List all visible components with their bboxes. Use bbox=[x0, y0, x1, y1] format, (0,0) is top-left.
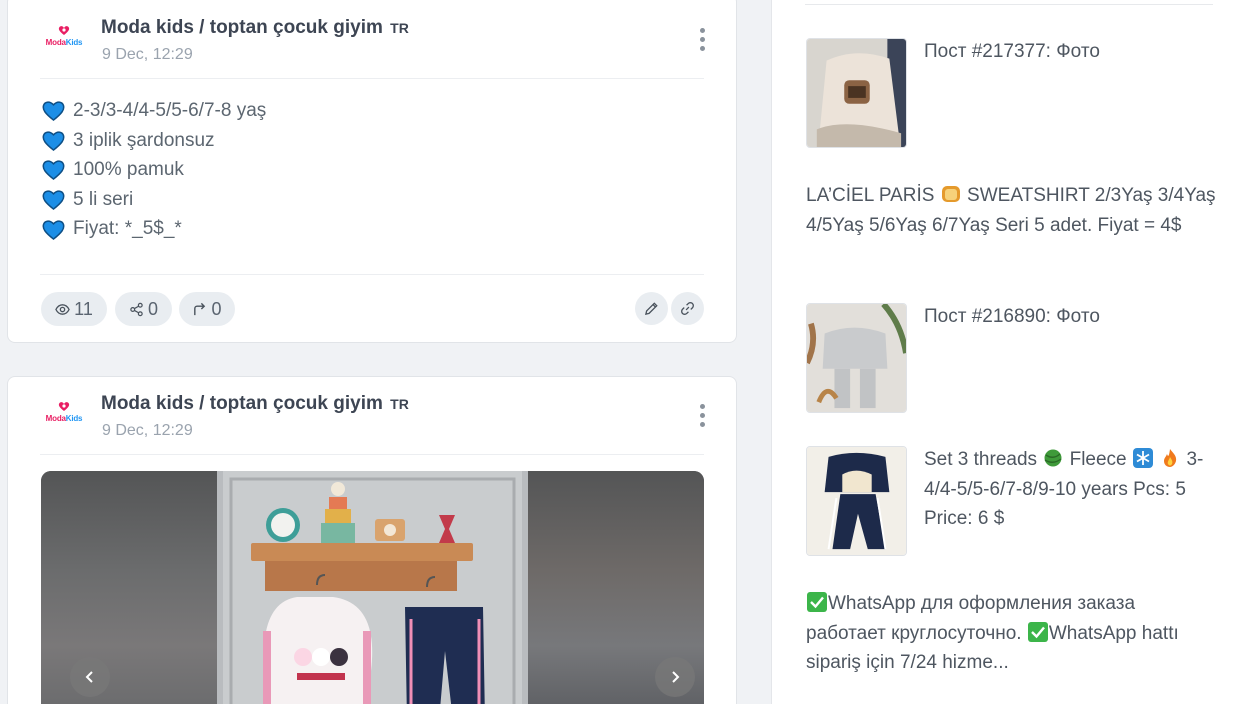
post-footer: 11 0 0 bbox=[40, 274, 704, 344]
post-line: 3 iplik şardonsuz bbox=[42, 126, 266, 156]
forwards-count: 0 bbox=[211, 298, 222, 319]
channel-logo[interactable]: ModaKids bbox=[44, 401, 84, 431]
sweatshirt-photo bbox=[807, 39, 906, 147]
shares-count: 0 bbox=[147, 298, 158, 319]
views-counter[interactable]: 11 bbox=[41, 292, 107, 326]
kebab-menu-icon bbox=[699, 404, 705, 409]
post-menu-button[interactable] bbox=[696, 28, 708, 52]
post-header: ModaKids Moda kids / toptan çocuk giyim … bbox=[40, 377, 705, 455]
divider bbox=[805, 4, 1213, 5]
check-mark-emoji-icon bbox=[1027, 621, 1048, 642]
fire-emoji-icon bbox=[1164, 449, 1177, 467]
post-card: ModaKids Moda kids / toptan çocuk giyim … bbox=[7, 0, 737, 343]
chevron-left-icon bbox=[85, 671, 93, 683]
post-photo-carousel[interactable] bbox=[41, 471, 704, 704]
shares-counter[interactable]: 0 bbox=[115, 292, 172, 326]
related-posts-sidebar: Пост #217377: Фото LA’CİEL PARİS SWEATSH… bbox=[771, 0, 1236, 704]
post-menu-button[interactable] bbox=[696, 404, 708, 428]
blue-heart-icon bbox=[42, 160, 65, 181]
posts-feed: ModaKids Moda kids / toptan çocuk giyim … bbox=[0, 0, 770, 704]
kebab-menu-icon bbox=[699, 28, 705, 33]
tracksuit-photo bbox=[807, 447, 906, 555]
check-mark-emoji-icon bbox=[807, 592, 827, 612]
share-nodes-icon bbox=[130, 302, 143, 316]
related-post-title[interactable]: Пост #217377: Фото bbox=[924, 41, 1100, 63]
channel-name[interactable]: Moda kids / toptan çocuk giyim TR bbox=[101, 17, 409, 39]
post-header: ModaKids Moda kids / toptan çocuk giyim … bbox=[40, 0, 705, 79]
blue-heart-icon bbox=[42, 131, 65, 151]
photo-blur-left bbox=[41, 471, 217, 704]
post-line: 100% pamuk bbox=[42, 155, 266, 185]
link-icon bbox=[681, 302, 694, 315]
edit-button[interactable] bbox=[635, 292, 668, 325]
product-photo bbox=[217, 471, 528, 704]
logo-heart-icon bbox=[58, 26, 70, 35]
language-flag: TR bbox=[390, 396, 409, 412]
logo-text: ModaKids bbox=[45, 38, 83, 47]
related-post-text[interactable]: LA’CİEL PARİS SWEATSHIRT 2/3Yaş 3/4Yaş 4… bbox=[806, 181, 1216, 240]
snowflake-emoji-icon bbox=[1132, 448, 1153, 468]
post-line: 5 li seri bbox=[42, 185, 266, 215]
related-post-thumbnail[interactable] bbox=[806, 303, 907, 413]
forwards-counter[interactable]: 0 bbox=[179, 292, 235, 326]
channel-name[interactable]: Moda kids / toptan çocuk giyim TR bbox=[101, 393, 409, 415]
channel-logo[interactable]: ModaKids bbox=[44, 25, 84, 55]
forward-arrow-icon bbox=[194, 302, 206, 315]
yarn-ball-emoji-icon bbox=[1044, 449, 1062, 467]
carousel-next-button[interactable] bbox=[655, 657, 695, 697]
logo-text: ModaKids bbox=[45, 414, 83, 423]
related-post-text[interactable]: Set 3 threads Fleece 3-4/4-5/5-6/7-8/9-1… bbox=[924, 445, 1224, 534]
post-date: 9 Dec, 12:29 bbox=[102, 422, 193, 439]
post-date: 9 Dec, 12:29 bbox=[102, 46, 193, 63]
views-count: 11 bbox=[74, 298, 93, 319]
bread-emoji-icon bbox=[941, 186, 960, 202]
post-card: ModaKids Moda kids / toptan çocuk giyim … bbox=[7, 376, 737, 704]
pencil-icon bbox=[644, 302, 658, 316]
language-flag: TR bbox=[390, 20, 409, 36]
chevron-right-icon bbox=[672, 671, 680, 683]
blue-heart-icon bbox=[42, 220, 65, 240]
post-text: 2-3/3-4/4-5/5-6/7-8 yaş 3 iplik şardonsu… bbox=[42, 96, 266, 244]
blue-heart-icon bbox=[42, 190, 65, 211]
eye-icon bbox=[55, 303, 70, 315]
blue-heart-icon bbox=[42, 101, 65, 122]
related-post-title[interactable]: Пост #216890: Фото bbox=[924, 306, 1100, 328]
related-post-text[interactable]: WhatsApp для оформления заказа работает … bbox=[806, 589, 1216, 678]
post-line: Fiyat: *_5$_* bbox=[42, 214, 266, 244]
post-line: 2-3/3-4/4-5/5-6/7-8 yaş bbox=[42, 96, 266, 126]
related-post-thumbnail[interactable] bbox=[806, 38, 907, 148]
carousel-prev-button[interactable] bbox=[70, 657, 110, 697]
related-post-thumbnail[interactable] bbox=[806, 446, 907, 556]
copy-link-button[interactable] bbox=[671, 292, 704, 325]
logo-heart-icon bbox=[58, 402, 70, 411]
sweater-set-photo bbox=[807, 304, 906, 412]
